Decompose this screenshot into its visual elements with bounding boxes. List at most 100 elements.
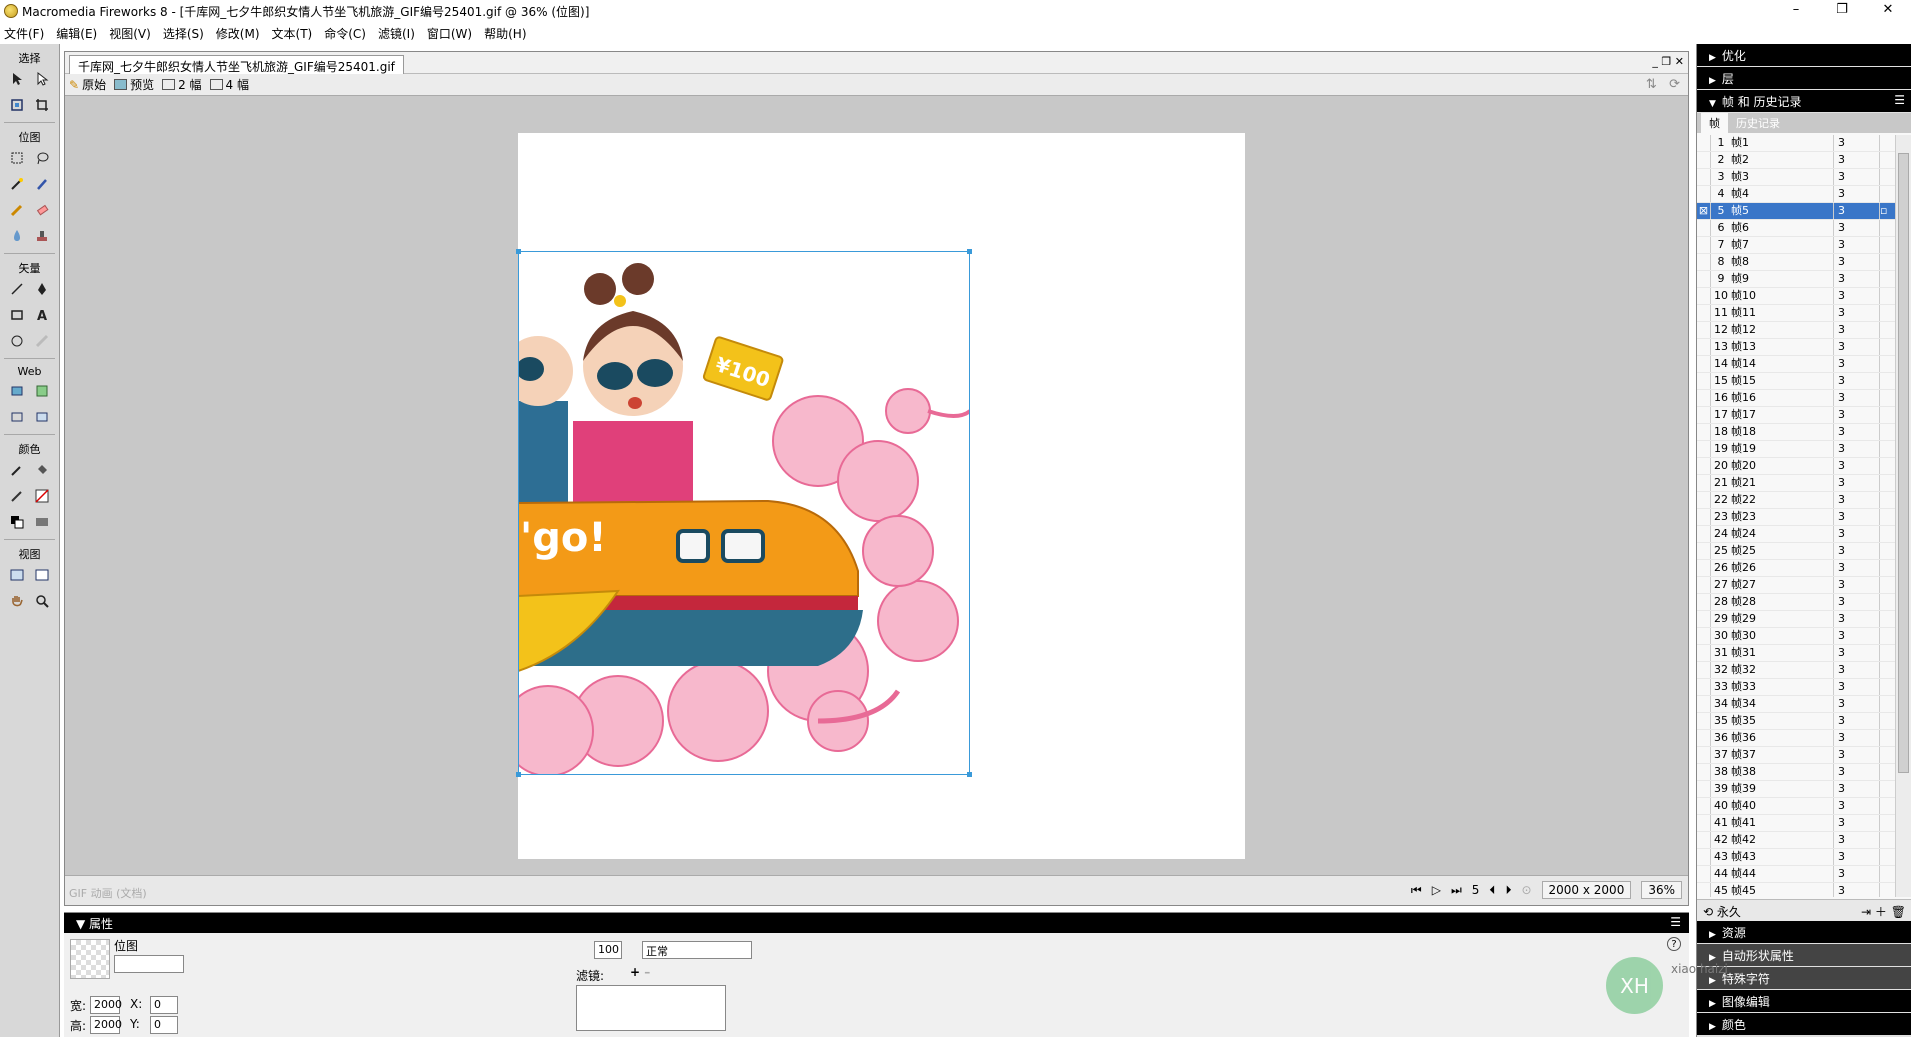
frame-row[interactable]: 10 帧10 3: [1697, 288, 1895, 305]
frame-name[interactable]: 帧37: [1731, 747, 1833, 763]
frame-visibility-cell[interactable]: [1697, 509, 1711, 525]
frame-name[interactable]: 帧26: [1731, 560, 1833, 576]
frame-delay[interactable]: 3: [1833, 152, 1879, 168]
x-field[interactable]: 0: [150, 996, 178, 1014]
frame-visibility-cell[interactable]: [1697, 475, 1711, 491]
frame-row[interactable]: 28 帧28 3: [1697, 594, 1895, 611]
blur-tool-icon[interactable]: [7, 226, 27, 246]
frame-name[interactable]: 帧42: [1731, 832, 1833, 848]
frame-name[interactable]: 帧27: [1731, 577, 1833, 593]
frame-name[interactable]: 帧6: [1731, 220, 1833, 236]
frame-row[interactable]: 39 帧39 3: [1697, 781, 1895, 798]
optimize-panel-header[interactable]: ▶ 优化: [1697, 44, 1911, 66]
frame-visibility-cell[interactable]: [1697, 186, 1711, 202]
frame-row[interactable]: 8 帧8 3: [1697, 254, 1895, 271]
frames-scrollbar-thumb[interactable]: [1898, 153, 1909, 773]
frame-name[interactable]: 帧23: [1731, 509, 1833, 525]
frame-row[interactable]: 43 帧43 3: [1697, 849, 1895, 866]
hotspot-tool-icon[interactable]: [7, 381, 27, 401]
frame-row[interactable]: 44 帧44 3: [1697, 866, 1895, 883]
frame-delay[interactable]: 3: [1833, 628, 1879, 644]
frame-row[interactable]: 29 帧29 3: [1697, 611, 1895, 628]
first-frame-icon[interactable]: ⏮: [1411, 883, 1422, 898]
frame-delay[interactable]: 3: [1833, 577, 1879, 593]
frame-visibility-cell[interactable]: [1697, 135, 1711, 151]
frame-visibility-cell[interactable]: [1697, 866, 1711, 882]
frame-visibility-cell[interactable]: [1697, 492, 1711, 508]
frame-visibility-cell[interactable]: [1697, 696, 1711, 712]
frame-visibility-cell[interactable]: [1697, 526, 1711, 542]
lasso-tool-icon[interactable]: [32, 148, 52, 168]
last-frame-icon[interactable]: ⏭: [1451, 883, 1462, 898]
scale-tool-icon[interactable]: [7, 95, 27, 115]
layers-panel-header[interactable]: ▶ 层: [1697, 67, 1911, 89]
frame-name[interactable]: 帧21: [1731, 475, 1833, 491]
add-filter-icon[interactable]: + –: [630, 965, 650, 979]
menu-window[interactable]: 窗口(W): [427, 25, 472, 42]
frame-delay[interactable]: 3: [1833, 543, 1879, 559]
menu-commands[interactable]: 命令(C): [324, 25, 366, 42]
filters-list[interactable]: [576, 985, 726, 1031]
menu-edit[interactable]: 编辑(E): [56, 25, 97, 42]
default-colors-icon[interactable]: [7, 512, 27, 532]
rubber-stamp-tool-icon[interactable]: [32, 226, 52, 246]
frame-delay[interactable]: 3: [1833, 458, 1879, 474]
frame-name[interactable]: 帧30: [1731, 628, 1833, 644]
frame-visibility-cell[interactable]: [1697, 373, 1711, 389]
frame-visibility-cell[interactable]: [1697, 815, 1711, 831]
frame-visibility-cell[interactable]: [1697, 237, 1711, 253]
menu-text[interactable]: 文本(T): [272, 25, 313, 42]
menu-help[interactable]: 帮助(H): [484, 25, 526, 42]
frame-name[interactable]: 帧28: [1731, 594, 1833, 610]
frame-delay[interactable]: 3: [1833, 203, 1879, 219]
menu-modify[interactable]: 修改(M): [216, 25, 260, 42]
autoshape-properties-panel-header[interactable]: ▶ 自动形状属性: [1697, 944, 1911, 966]
y-field[interactable]: 0: [150, 1016, 178, 1034]
frame-visibility-cell[interactable]: [1697, 356, 1711, 372]
frame-row[interactable]: 9 帧9 3: [1697, 271, 1895, 288]
zoom-level[interactable]: 36%: [1641, 881, 1682, 899]
frame-visibility-cell[interactable]: [1697, 747, 1711, 763]
frame-row[interactable]: 35 帧35 3: [1697, 713, 1895, 730]
selection-handle-tr[interactable]: [967, 249, 972, 254]
frame-delay[interactable]: 3: [1833, 135, 1879, 151]
frame-name[interactable]: 帧4: [1731, 186, 1833, 202]
frame-delay[interactable]: 3: [1833, 322, 1879, 338]
menu-view[interactable]: 视图(V): [109, 25, 151, 42]
frame-row[interactable]: 16 帧16 3: [1697, 390, 1895, 407]
frame-delay[interactable]: 3: [1833, 832, 1879, 848]
view-preview-button[interactable]: 预览: [114, 76, 154, 93]
image-edit-panel-header[interactable]: ▶ 图像编辑: [1697, 990, 1911, 1012]
rectangle-tool-icon[interactable]: [7, 305, 27, 325]
document-window-controls[interactable]: _ ❐ ✕: [1652, 55, 1684, 68]
frame-row[interactable]: 23 帧23 3: [1697, 509, 1895, 526]
frame-row[interactable]: 1 帧1 3: [1697, 135, 1895, 152]
frame-row[interactable]: 34 帧34 3: [1697, 696, 1895, 713]
delete-frame-icon[interactable]: 🗑: [1891, 905, 1906, 919]
frame-visibility-cell[interactable]: [1697, 271, 1711, 287]
frame-visibility-cell[interactable]: [1697, 305, 1711, 321]
maximize-button[interactable]: ❐: [1819, 0, 1865, 22]
frame-delay[interactable]: 3: [1833, 288, 1879, 304]
frame-delay[interactable]: 3: [1833, 424, 1879, 440]
magic-wand-tool-icon[interactable]: [7, 174, 27, 194]
pen-tool-icon[interactable]: [32, 279, 52, 299]
frame-name[interactable]: 帧16: [1731, 390, 1833, 406]
frame-delay[interactable]: 3: [1833, 441, 1879, 457]
frame-row[interactable]: 26 帧26 3: [1697, 560, 1895, 577]
frame-visibility-cell[interactable]: [1697, 288, 1711, 304]
next-frame-icon[interactable]: ⏵: [1505, 883, 1511, 898]
frame-row[interactable]: 33 帧33 3: [1697, 679, 1895, 696]
frame-delay[interactable]: 3: [1833, 713, 1879, 729]
frame-name[interactable]: 帧8: [1731, 254, 1833, 270]
frame-name[interactable]: 帧45: [1731, 883, 1833, 897]
frame-visibility-cell[interactable]: [1697, 628, 1711, 644]
frame-name[interactable]: 帧9: [1731, 271, 1833, 287]
frame-visibility-cell[interactable]: [1697, 441, 1711, 457]
frame-delay[interactable]: 3: [1833, 509, 1879, 525]
frame-visibility-cell[interactable]: [1697, 764, 1711, 780]
frame-delay[interactable]: 3: [1833, 373, 1879, 389]
frame-name[interactable]: 帧5: [1731, 203, 1833, 219]
frame-delay[interactable]: 3: [1833, 679, 1879, 695]
frame-name[interactable]: 帧36: [1731, 730, 1833, 746]
